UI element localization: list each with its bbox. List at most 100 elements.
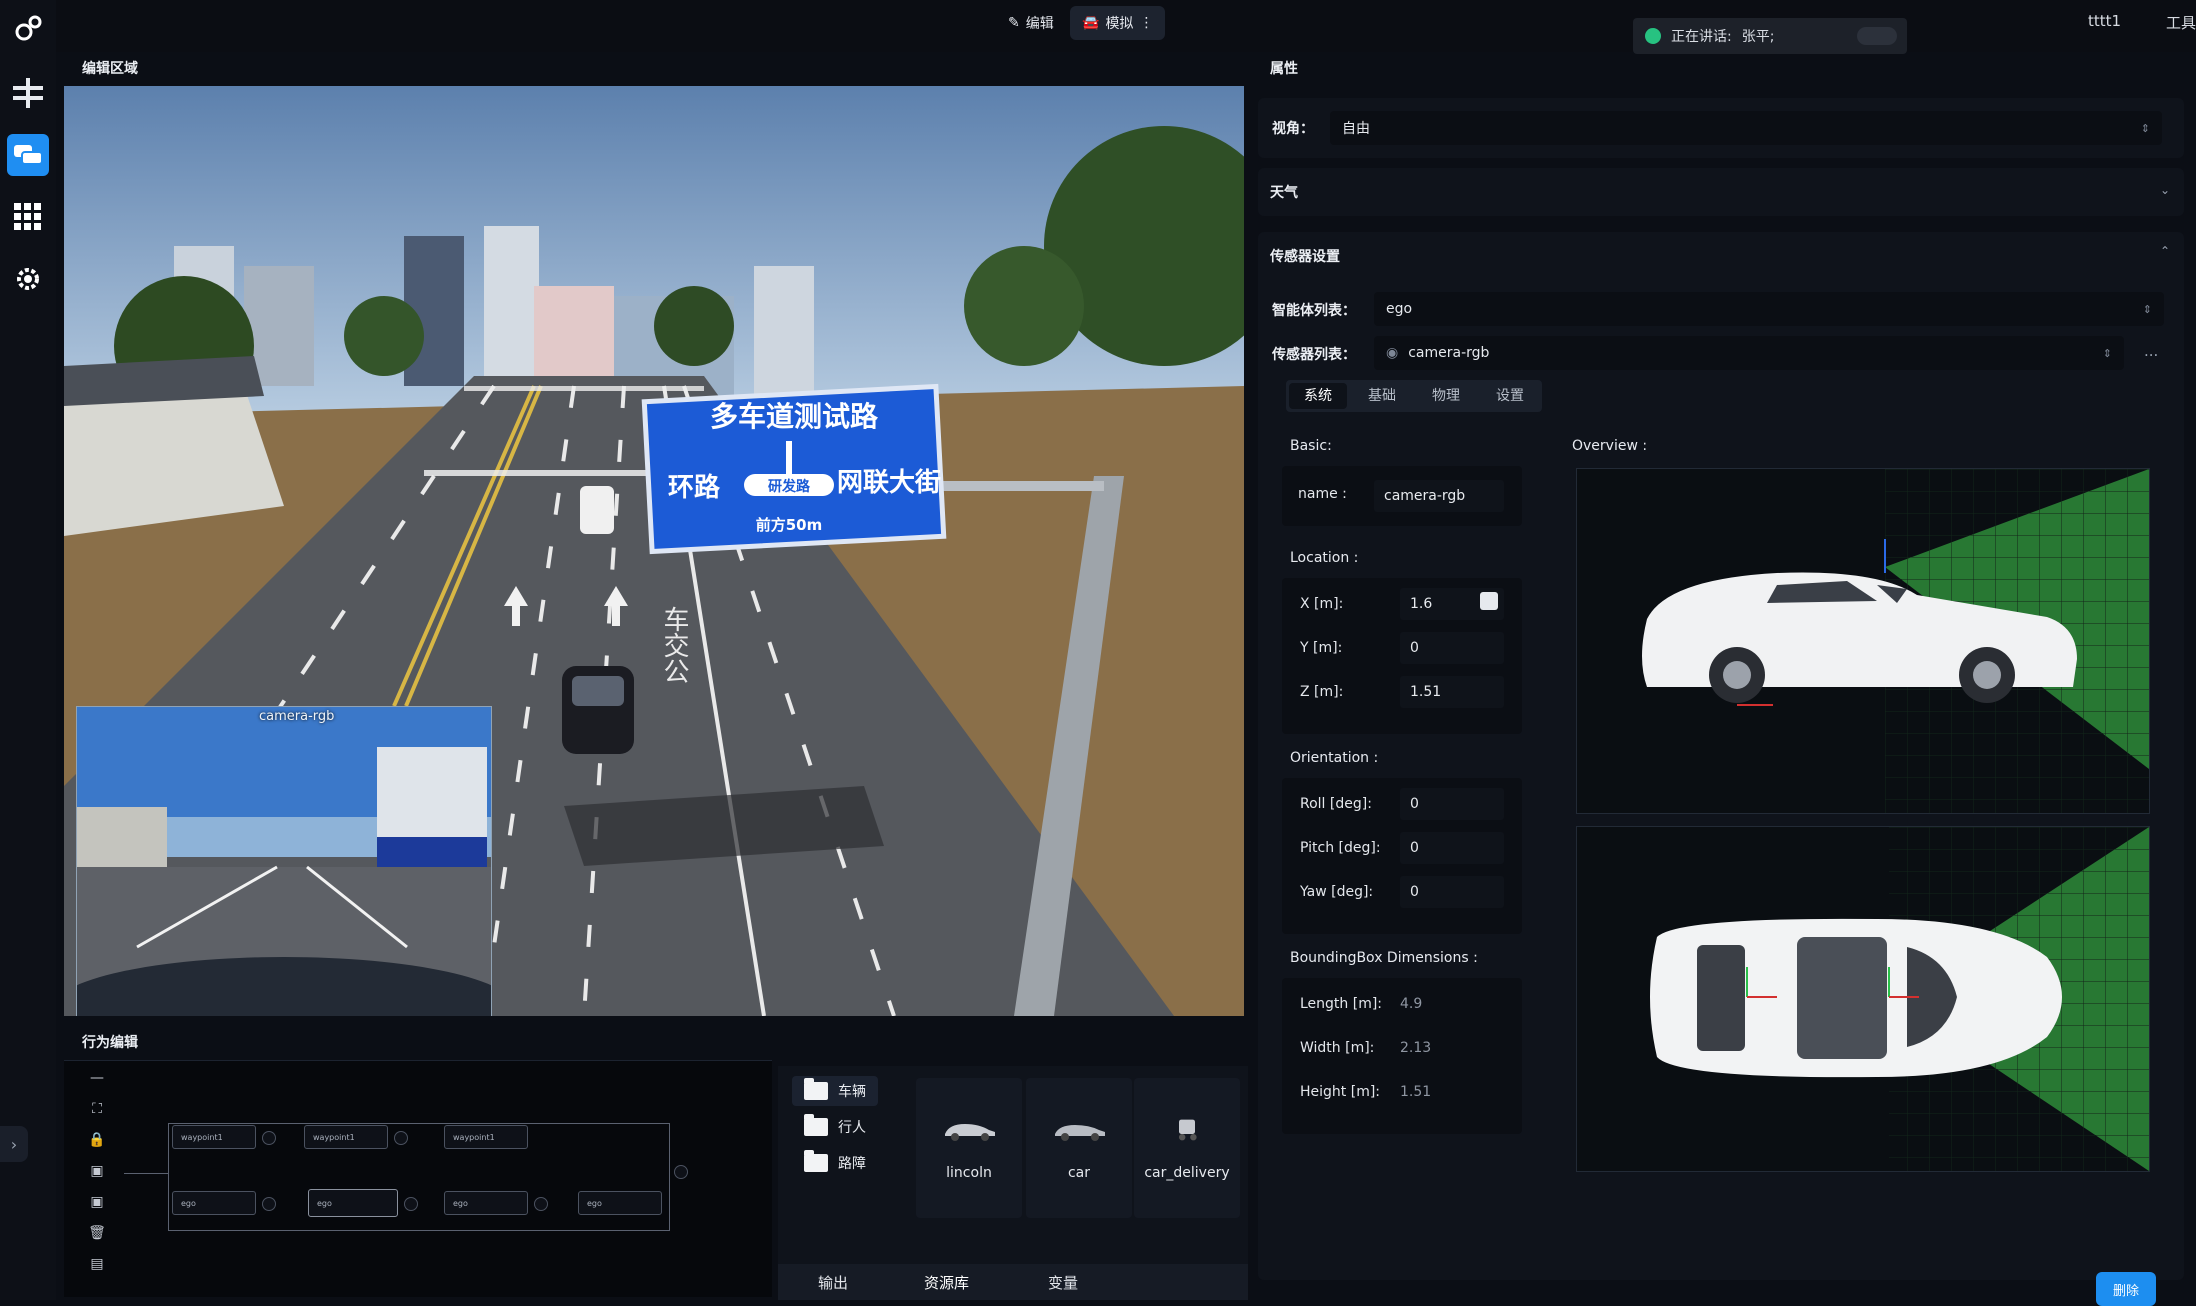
minus-icon[interactable]: — bbox=[86, 1067, 108, 1089]
left-nav-rail: › bbox=[0, 0, 56, 1300]
asset-car[interactable]: car bbox=[1026, 1078, 1132, 1218]
speaking-controls[interactable] bbox=[1857, 27, 1897, 45]
orientation-group: Roll [deg]: 0 Pitch [deg]: 0 Yaw [deg]: … bbox=[1282, 778, 1522, 934]
lock-icon[interactable]: 🔒 bbox=[86, 1129, 108, 1151]
expand-panel-icon[interactable]: › bbox=[0, 1126, 28, 1162]
asset-lincoln[interactable]: lincoln bbox=[916, 1078, 1022, 1218]
asset-car-delivery[interactable]: car_delivery bbox=[1134, 1078, 1240, 1218]
node-link bbox=[124, 1173, 168, 1174]
behavior-editor[interactable]: — ⛶ 🔒 ▣ ▣ 🗑 ▤ waypoint1 waypoint1 waypoi… bbox=[64, 1060, 772, 1297]
graph-node[interactable]: ego bbox=[172, 1191, 256, 1215]
folder-pedestrians[interactable]: 行人 bbox=[792, 1112, 878, 1142]
camera-icon[interactable]: ▣ bbox=[86, 1191, 108, 1213]
user-name[interactable]: tttt1 bbox=[2088, 12, 2121, 30]
name-input[interactable]: camera-rgb bbox=[1374, 480, 1504, 512]
grid-icon[interactable] bbox=[7, 196, 49, 238]
y-input[interactable]: 0 bbox=[1400, 632, 1504, 664]
view-value: 自由 bbox=[1342, 121, 1370, 137]
y-label: Y [m]: bbox=[1300, 640, 1343, 656]
camera-preview-label: camera-rgb bbox=[259, 709, 335, 724]
view-select[interactable]: 自由 ⇕ bbox=[1330, 111, 2162, 145]
graph-node[interactable]: ego bbox=[578, 1191, 662, 1215]
yaw-label: Yaw [deg]: bbox=[1300, 884, 1374, 900]
name-label: name : bbox=[1298, 486, 1347, 502]
z-input[interactable]: 1.51 bbox=[1400, 676, 1504, 708]
location-group: X [m]: 1.6 Y [m]: 0 Z [m]: 1.51 bbox=[1282, 578, 1522, 734]
calculator-icon[interactable] bbox=[1480, 592, 1498, 610]
subtab-physics[interactable]: 物理 bbox=[1414, 380, 1478, 412]
asset-label: car_delivery bbox=[1144, 1165, 1230, 1181]
node-port[interactable] bbox=[534, 1197, 548, 1211]
trash-icon[interactable]: 🗑 bbox=[86, 1222, 108, 1244]
subtab-system[interactable]: 系统 bbox=[1289, 383, 1347, 409]
height-label: Height [m]: bbox=[1300, 1084, 1381, 1100]
subtab-settings[interactable]: 设置 bbox=[1478, 380, 1542, 412]
view-card: 视角： 自由 ⇕ bbox=[1258, 98, 2184, 158]
car-icon bbox=[945, 1124, 995, 1141]
length-label: Length [m]: bbox=[1300, 996, 1383, 1012]
folder-vehicles[interactable]: 车辆 bbox=[792, 1076, 878, 1106]
camera-preview[interactable]: camera-rgb bbox=[76, 706, 492, 1016]
width-label: Width [m]: bbox=[1300, 1040, 1375, 1056]
tools-menu[interactable]: 工具 bbox=[2166, 12, 2196, 33]
subtab-basic[interactable]: 基础 bbox=[1350, 380, 1414, 412]
sensor-list-label: 传感器列表： bbox=[1272, 347, 1356, 363]
graph-node[interactable]: ego bbox=[444, 1191, 528, 1215]
height-value: 1.51 bbox=[1400, 1084, 1432, 1100]
graph-node[interactable]: waypoint1 bbox=[444, 1125, 528, 1149]
gear-icon[interactable] bbox=[7, 258, 49, 300]
chevron-updown-icon: ⇕ bbox=[2102, 346, 2112, 360]
camera-icon[interactable]: ▣ bbox=[86, 1160, 108, 1182]
road-junction-icon[interactable] bbox=[7, 72, 49, 114]
sign-left-text: 环路 bbox=[668, 472, 721, 503]
folder-label: 车辆 bbox=[838, 1084, 866, 1100]
asset-label: car bbox=[1067, 1165, 1091, 1181]
asset-library: 车辆 行人 路障 lincoln car car_delivery bbox=[778, 1066, 1248, 1296]
speaking-prefix: 正在讲话: bbox=[1671, 29, 1732, 45]
gears-icon[interactable] bbox=[7, 8, 49, 50]
fit-view-icon[interactable]: ⛶ bbox=[86, 1098, 108, 1120]
top-bar: ✎ 编辑 🚘 模拟 ⋮ 正在讲话: 张平; tttt1 工具 bbox=[56, 0, 2196, 54]
node-port[interactable] bbox=[262, 1197, 276, 1211]
speaking-indicator: 正在讲话: 张平; bbox=[1633, 18, 1907, 54]
tab-asset-library[interactable]: 资源库 bbox=[924, 1272, 969, 1293]
node-port[interactable] bbox=[262, 1131, 276, 1145]
pitch-label: Pitch [deg]: bbox=[1300, 840, 1381, 856]
more-options-button[interactable]: ... bbox=[2144, 342, 2158, 360]
folder-obstacles[interactable]: 路障 bbox=[792, 1148, 878, 1178]
tab-output[interactable]: 输出 bbox=[818, 1272, 848, 1293]
sensor-subtabs: 系统 基础 物理 设置 bbox=[1286, 380, 1542, 412]
node-port[interactable] bbox=[404, 1197, 418, 1211]
weather-title: 天气 bbox=[1270, 185, 1298, 201]
location-title: Location : bbox=[1290, 550, 1359, 566]
road-marking-text: 车交公 bbox=[659, 606, 689, 684]
node-port[interactable] bbox=[674, 1165, 688, 1179]
vehicles-icon[interactable] bbox=[7, 134, 49, 176]
tab-variables[interactable]: 变量 bbox=[1048, 1272, 1078, 1293]
edit-button[interactable]: ✎ 编辑 bbox=[996, 6, 1066, 40]
roll-input[interactable]: 0 bbox=[1400, 788, 1504, 820]
pitch-input[interactable]: 0 bbox=[1400, 832, 1504, 864]
save-icon[interactable]: ▤ bbox=[86, 1253, 108, 1275]
node-port[interactable] bbox=[394, 1131, 408, 1145]
weather-section[interactable]: 天气 ⌄ bbox=[1258, 168, 2184, 216]
view-label: 视角： bbox=[1272, 121, 1314, 137]
delete-button[interactable]: 删除 bbox=[2096, 1272, 2156, 1306]
chevron-up-icon[interactable]: ⌃ bbox=[2160, 244, 2170, 258]
graph-node[interactable]: ego bbox=[308, 1189, 398, 1217]
yaw-input[interactable]: 0 bbox=[1400, 876, 1504, 908]
overview-side-view[interactable] bbox=[1576, 468, 2150, 814]
sensor-select[interactable]: ◉ camera-rgb ⇕ bbox=[1374, 336, 2124, 370]
overview-top-view[interactable] bbox=[1576, 826, 2150, 1172]
graph-node[interactable]: waypoint1 bbox=[304, 1125, 388, 1149]
width-value: 2.13 bbox=[1400, 1040, 1432, 1056]
roll-label: Roll [deg]: bbox=[1300, 796, 1372, 812]
graph-node[interactable]: waypoint1 bbox=[172, 1125, 256, 1149]
folder-icon bbox=[804, 1078, 828, 1100]
sign-title: 多车道测试路 bbox=[710, 400, 879, 433]
agent-value: ego bbox=[1386, 301, 1413, 317]
sign-right-text: 网联大街 bbox=[837, 468, 941, 498]
simulate-button[interactable]: 🚘 模拟 ⋮ bbox=[1070, 6, 1166, 40]
3d-viewport[interactable]: 车交公 多车道测试路 环路 研发路 网联大街 前方50m camera-rgb bbox=[64, 86, 1244, 1016]
agent-select[interactable]: ego ⇕ bbox=[1374, 292, 2164, 326]
